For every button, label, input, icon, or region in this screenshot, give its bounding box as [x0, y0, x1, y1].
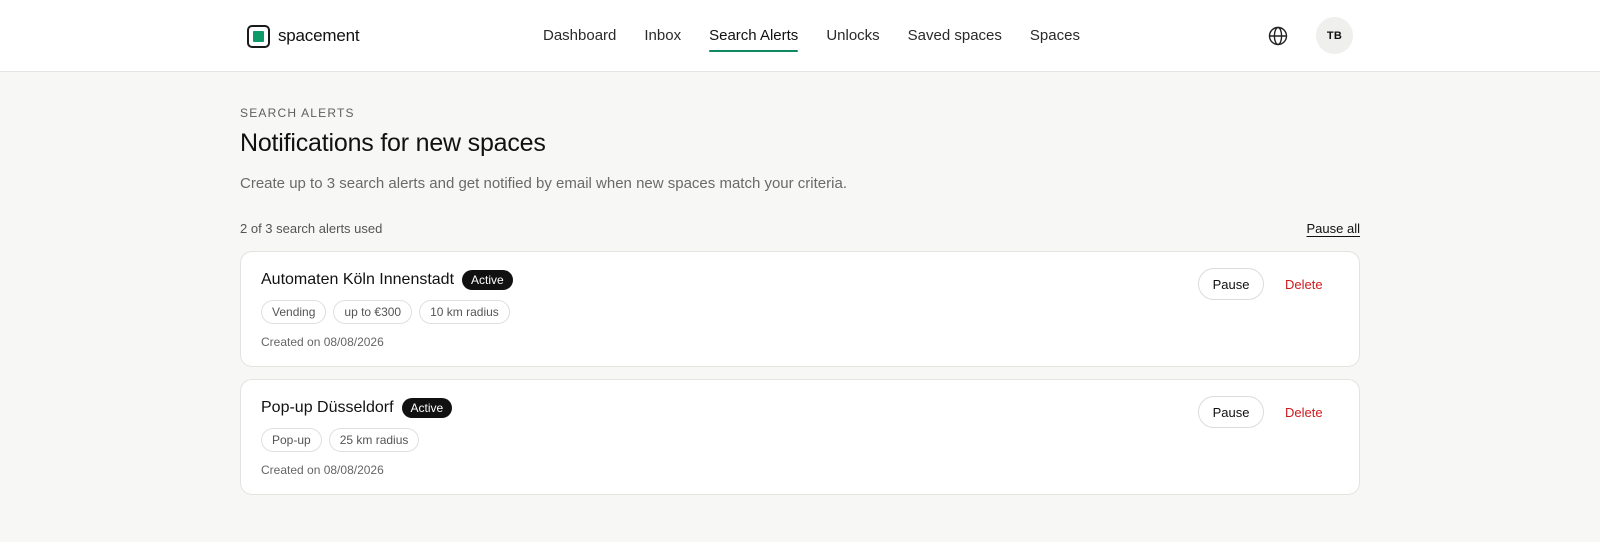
criteria-chip: Vending [261, 300, 327, 324]
created-date: Created on 08/08/2026 [261, 463, 384, 477]
logo[interactable]: spacement [247, 24, 360, 48]
pause-button[interactable]: Pause [1198, 268, 1264, 300]
globe-icon[interactable] [1268, 26, 1288, 46]
nav-inbox[interactable]: Inbox [644, 0, 681, 72]
nav-search-alerts[interactable]: Search Alerts [709, 0, 799, 72]
alert-criteria: Pop-up 25 km radius [261, 428, 420, 452]
status-badge: Active [462, 270, 513, 290]
page-eyebrow: SEARCH ALERTS [240, 106, 355, 120]
criteria-chip: 25 km radius [328, 428, 420, 452]
top-navigation-bar: spacement Dashboard Inbox Search Alerts … [0, 0, 1600, 72]
alert-title: Automaten Köln Innenstadt [261, 271, 455, 288]
page-title: Notifications for new spaces [240, 129, 546, 157]
pause-button[interactable]: Pause [1198, 396, 1264, 428]
logo-text: spacement [278, 26, 360, 45]
nav-spaces[interactable]: Spaces [1030, 0, 1080, 72]
alert-title: Pop-up Düsseldorf [261, 399, 394, 416]
search-alert-card: Pop-up Düsseldorf Active Pop-up 25 km ra… [240, 379, 1360, 495]
alert-criteria: Vending up to €300 10 km radius [261, 300, 510, 324]
nav-unlocks[interactable]: Unlocks [826, 0, 879, 72]
status-badge: Active [401, 398, 453, 418]
criteria-chip: up to €300 [333, 300, 413, 324]
criteria-chip: Pop-up [261, 428, 322, 452]
avatar[interactable]: TB [1316, 17, 1353, 54]
search-alert-card: Automaten Köln Innenstadt Active Vending… [240, 251, 1360, 367]
nav-dashboard[interactable]: Dashboard [543, 0, 616, 72]
delete-button[interactable]: Delete [1285, 402, 1323, 422]
logo-icon [247, 24, 270, 48]
nav-saved-spaces[interactable]: Saved spaces [908, 0, 1002, 72]
created-date: Created on 08/08/2026 [261, 335, 384, 349]
pause-all-link[interactable]: Pause all [1307, 221, 1360, 236]
delete-button[interactable]: Delete [1285, 274, 1323, 294]
criteria-chip: 10 km radius [419, 300, 510, 324]
page-subtitle: Create up to 3 search alerts and get not… [240, 175, 847, 192]
alerts-usage-count: 2 of 3 search alerts used [240, 221, 383, 236]
main-nav: Dashboard Inbox Search Alerts Unlocks Sa… [543, 0, 1108, 72]
